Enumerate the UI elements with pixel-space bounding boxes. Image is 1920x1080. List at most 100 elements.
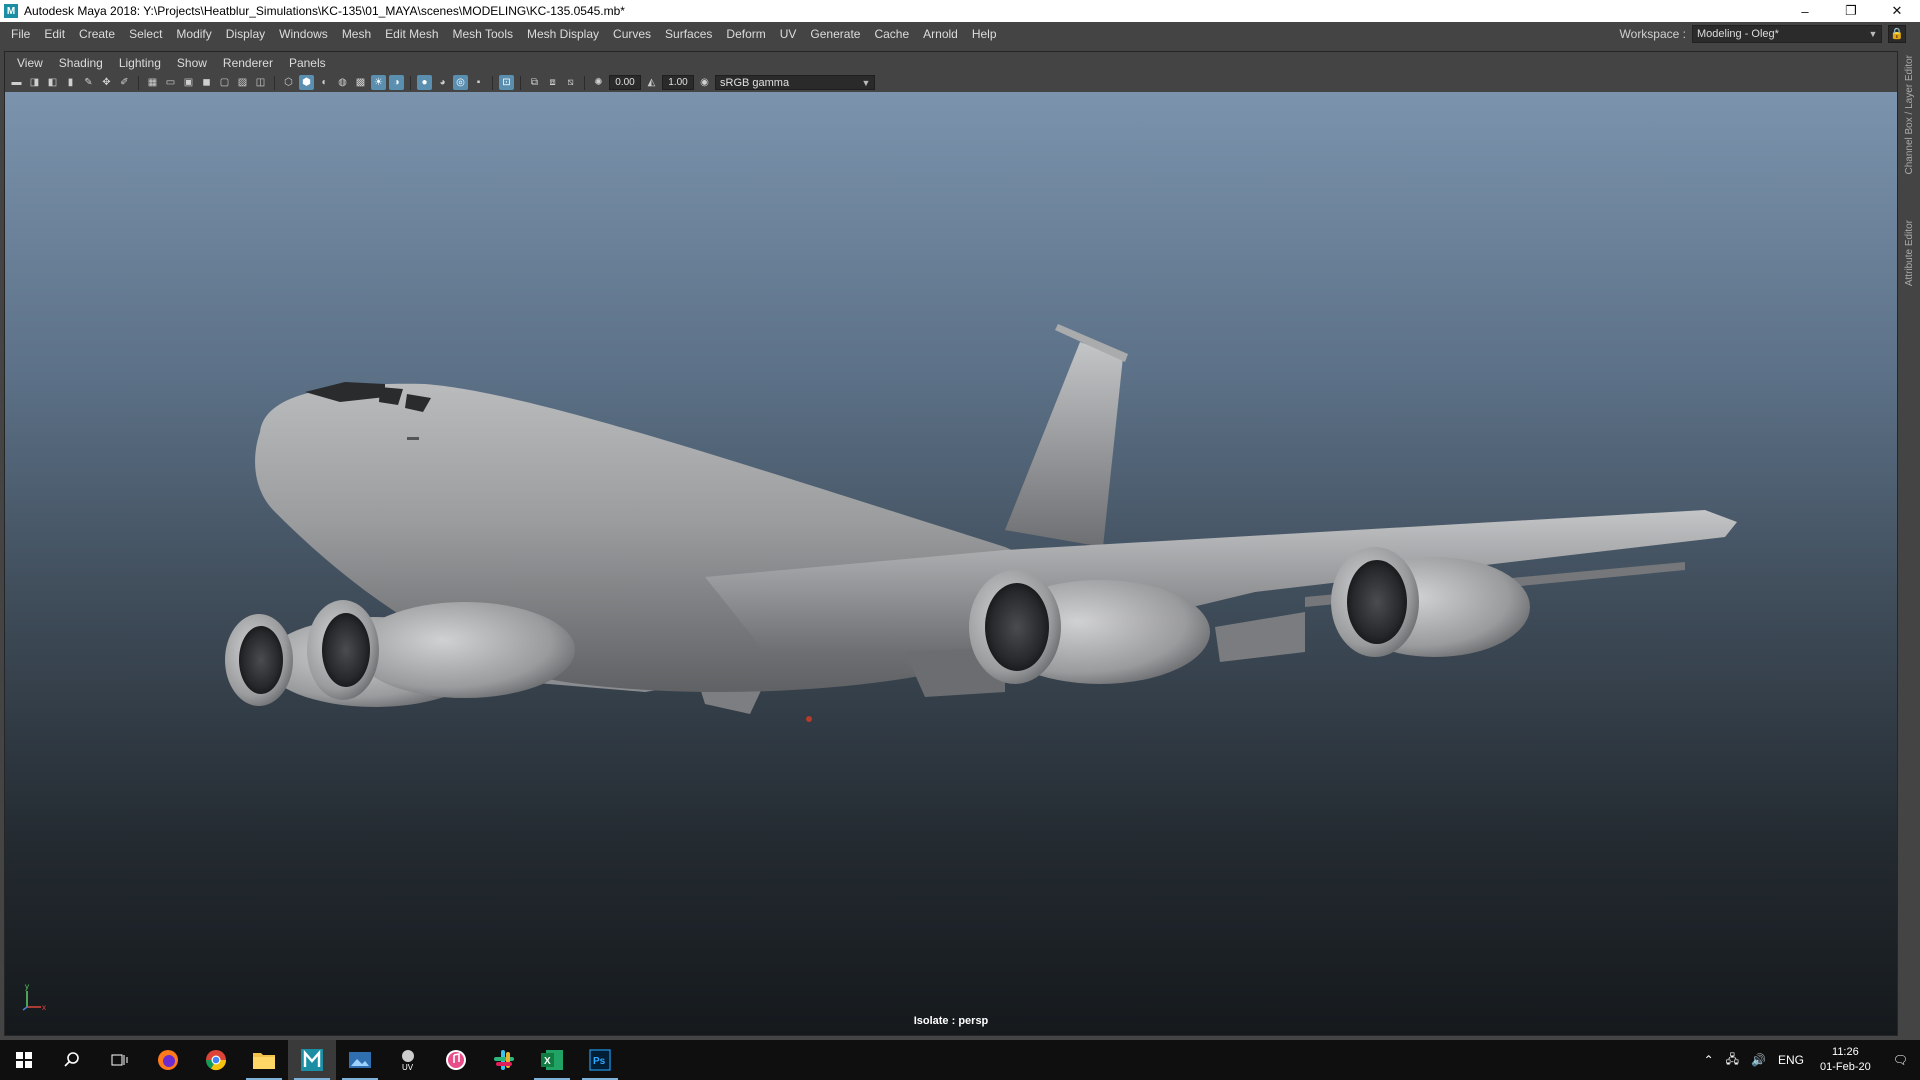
safe-action-icon[interactable]: ▨ bbox=[235, 75, 250, 90]
xray-joints-icon[interactable]: ⧅ bbox=[563, 75, 578, 90]
network-icon[interactable]: 🖧 bbox=[1720, 1050, 1745, 1071]
color-management-icon[interactable]: ◉ bbox=[697, 75, 712, 90]
uv-tool-icon[interactable]: UV bbox=[384, 1040, 432, 1080]
menu-mesh-tools[interactable]: Mesh Tools bbox=[446, 27, 520, 41]
panel-menu-panels[interactable]: Panels bbox=[281, 56, 334, 70]
toolbar-divider bbox=[410, 75, 411, 90]
camera-attributes-icon[interactable]: ▬ bbox=[9, 75, 24, 90]
exposure-field[interactable]: 0.00 bbox=[609, 75, 641, 90]
menu-generate[interactable]: Generate bbox=[803, 27, 867, 41]
grid-icon[interactable]: ▦ bbox=[145, 75, 160, 90]
menu-uv[interactable]: UV bbox=[773, 27, 804, 41]
taskbar-clock[interactable]: 11:26 01-Feb-20 bbox=[1810, 1045, 1881, 1075]
view-transform-dropdown[interactable]: sRGB gamma ▼ bbox=[715, 75, 875, 90]
notifications-icon[interactable]: 🗨 bbox=[1881, 1053, 1920, 1067]
window-title: Autodesk Maya 2018: Y:\Projects\Heatblur… bbox=[24, 4, 625, 18]
menu-edit-mesh[interactable]: Edit Mesh bbox=[378, 27, 445, 41]
3d-viewport[interactable]: y x Isolate : persp bbox=[5, 92, 1897, 1035]
menu-curves[interactable]: Curves bbox=[606, 27, 658, 41]
file-explorer-icon[interactable] bbox=[240, 1040, 288, 1080]
shadows-icon[interactable]: ◑ bbox=[389, 75, 404, 90]
photo-viewer-icon[interactable] bbox=[336, 1040, 384, 1080]
depth-of-field-icon[interactable]: ▪ bbox=[471, 75, 486, 90]
menu-windows[interactable]: Windows bbox=[272, 27, 335, 41]
menu-select[interactable]: Select bbox=[122, 27, 169, 41]
camera-lock-icon[interactable]: ◧ bbox=[45, 75, 60, 90]
menu-create[interactable]: Create bbox=[72, 27, 122, 41]
svg-text:UV: UV bbox=[402, 1063, 414, 1072]
chevron-up-icon[interactable]: ⌃ bbox=[1698, 1053, 1720, 1067]
task-view-icon[interactable] bbox=[96, 1040, 144, 1080]
photoshop-icon[interactable]: Ps bbox=[576, 1040, 624, 1080]
resolution-gate-icon[interactable]: ▣ bbox=[181, 75, 196, 90]
toolbar-divider bbox=[492, 75, 493, 90]
firefox-icon[interactable] bbox=[144, 1040, 192, 1080]
wireframe-on-shaded-icon[interactable]: ◍ bbox=[335, 75, 350, 90]
grease-pencil-icon[interactable]: ✐ bbox=[117, 75, 132, 90]
panel-menu-renderer[interactable]: Renderer bbox=[215, 56, 281, 70]
tab-channel-box-layer-editor[interactable]: Channel Box / Layer Editor bbox=[1904, 55, 1915, 175]
tab-attribute-editor[interactable]: Attribute Editor bbox=[1904, 220, 1915, 286]
chrome-icon[interactable] bbox=[192, 1040, 240, 1080]
clock-date: 01-Feb-20 bbox=[1820, 1061, 1871, 1073]
panel-menu-view[interactable]: View bbox=[9, 56, 51, 70]
workspace-selector: Workspace : Modeling - Oleg* ▼ 🔒 bbox=[1620, 22, 1906, 45]
kc-135-model[interactable] bbox=[5, 92, 1897, 1035]
bookmark-icon[interactable]: ▮ bbox=[63, 75, 78, 90]
menu-mesh[interactable]: Mesh bbox=[335, 27, 378, 41]
restore-button[interactable]: ❐ bbox=[1828, 0, 1874, 22]
xray-icon[interactable]: ⧉ bbox=[527, 75, 542, 90]
engine-left-inner bbox=[307, 600, 575, 700]
gamma-icon[interactable]: ◭ bbox=[644, 75, 659, 90]
menu-deform[interactable]: Deform bbox=[719, 27, 772, 41]
viewport-panel: View Shading Lighting Show Renderer Pane… bbox=[4, 51, 1898, 1036]
image-plane-icon[interactable]: ✎ bbox=[81, 75, 96, 90]
film-gate-icon[interactable]: ▭ bbox=[163, 75, 178, 90]
itunes-icon[interactable] bbox=[432, 1040, 480, 1080]
menu-arnold[interactable]: Arnold bbox=[916, 27, 965, 41]
xray-active-components-icon[interactable]: ⧈ bbox=[545, 75, 560, 90]
menu-help[interactable]: Help bbox=[965, 27, 1004, 41]
slack-icon[interactable] bbox=[480, 1040, 528, 1080]
view-transform-value: sRGB gamma bbox=[720, 76, 790, 89]
ambient-occlusion-icon[interactable]: ● bbox=[417, 75, 432, 90]
menu-mesh-display[interactable]: Mesh Display bbox=[520, 27, 606, 41]
input-language[interactable]: ENG bbox=[1772, 1053, 1810, 1067]
safe-title-icon[interactable]: ◫ bbox=[253, 75, 268, 90]
camera-select-icon[interactable]: ◨ bbox=[27, 75, 42, 90]
motion-blur-icon[interactable]: ◕ bbox=[435, 75, 450, 90]
menu-display[interactable]: Display bbox=[219, 27, 272, 41]
textured-icon[interactable]: ▩ bbox=[353, 75, 368, 90]
gamma-field[interactable]: 1.00 bbox=[662, 75, 694, 90]
panel-menu-lighting[interactable]: Lighting bbox=[111, 56, 169, 70]
windows-start-icon[interactable] bbox=[0, 1040, 48, 1080]
gate-mask-icon[interactable]: ◼ bbox=[199, 75, 214, 90]
minimize-button[interactable]: – bbox=[1782, 0, 1828, 22]
default-material-icon[interactable]: ◐ bbox=[317, 75, 332, 90]
search-icon[interactable] bbox=[48, 1040, 96, 1080]
smooth-shade-icon[interactable]: ⬢ bbox=[299, 75, 314, 90]
menu-modify[interactable]: Modify bbox=[169, 27, 218, 41]
menu-edit[interactable]: Edit bbox=[37, 27, 72, 41]
workspace-dropdown[interactable]: Modeling - Oleg* ▼ bbox=[1692, 24, 1882, 43]
panel-menu-show[interactable]: Show bbox=[169, 56, 215, 70]
close-button[interactable]: ✕ bbox=[1874, 0, 1920, 22]
window-titlebar[interactable]: M Autodesk Maya 2018: Y:\Projects\Heatbl… bbox=[0, 0, 1920, 22]
lock-icon[interactable]: 🔒 bbox=[1888, 24, 1906, 43]
exposure-icon[interactable]: ✺ bbox=[591, 75, 606, 90]
anti-aliasing-icon[interactable]: ◎ bbox=[453, 75, 468, 90]
viewport-status-label: Isolate : persp bbox=[913, 1015, 989, 1027]
volume-icon[interactable]: 🔊 bbox=[1745, 1053, 1772, 1067]
menu-surfaces[interactable]: Surfaces bbox=[658, 27, 719, 41]
wireframe-icon[interactable]: ⬡ bbox=[281, 75, 296, 90]
maya-icon[interactable] bbox=[288, 1040, 336, 1080]
menu-file[interactable]: File bbox=[4, 27, 37, 41]
isolate-select-icon[interactable]: ⊡ bbox=[499, 75, 514, 90]
two-d-pan-icon[interactable]: ✥ bbox=[99, 75, 114, 90]
panel-menu-shading[interactable]: Shading bbox=[51, 56, 111, 70]
menu-cache[interactable]: Cache bbox=[867, 27, 916, 41]
field-chart-icon[interactable]: ▢ bbox=[217, 75, 232, 90]
toolbar-divider bbox=[138, 75, 139, 90]
use-all-lights-icon[interactable]: ☀ bbox=[371, 75, 386, 90]
excel-icon[interactable]: X bbox=[528, 1040, 576, 1080]
